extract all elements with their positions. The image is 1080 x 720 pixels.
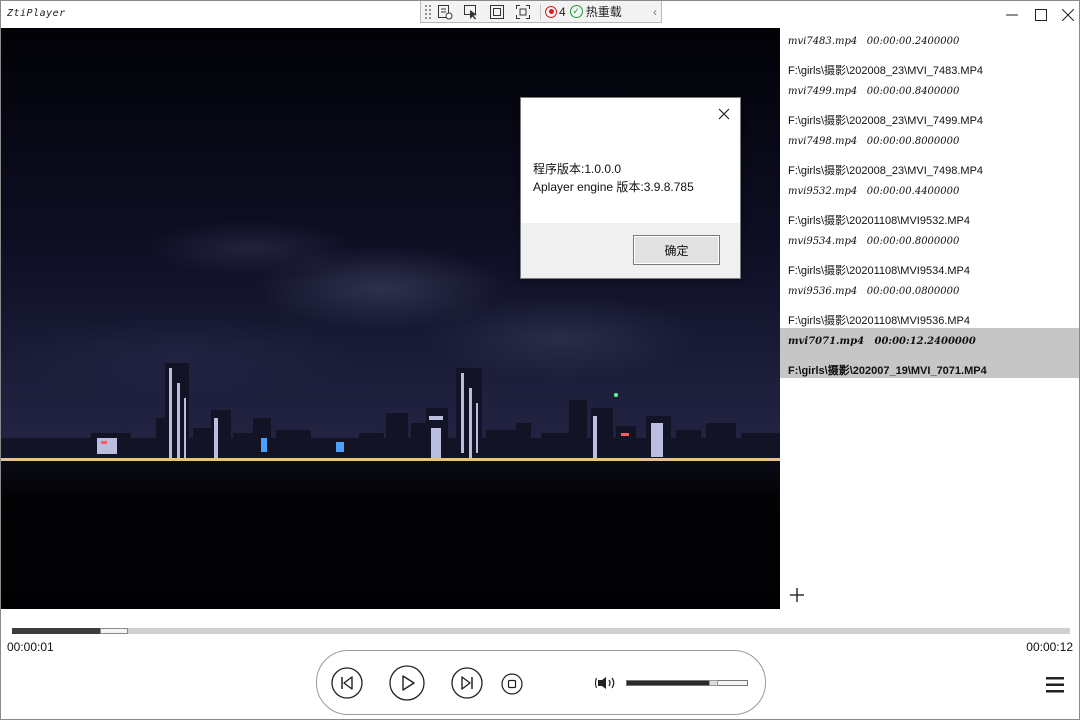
- minimize-button[interactable]: [997, 1, 1027, 28]
- mute-button[interactable]: [595, 673, 619, 693]
- display-layout-adorners-icon: [490, 4, 504, 19]
- record-icon: [545, 5, 557, 18]
- playlist-item-path: F:\girls\摄影\202008_23\MVI_7483.MP4: [788, 65, 984, 77]
- volume-slider-thumb[interactable]: [709, 680, 718, 686]
- playlist-item-title: mvi9536.mp4 00:00:00.0800000: [788, 286, 960, 297]
- toolbar-grip[interactable]: [424, 3, 432, 20]
- menu-button[interactable]: [1044, 675, 1066, 695]
- ok-button[interactable]: 确定: [633, 235, 720, 265]
- playlist-item-path: F:\girls\摄影\20201108\MVI9534.MP4: [788, 265, 970, 277]
- plus-icon: [790, 588, 804, 602]
- playlist-item[interactable]: mvi9532.mp4 00:00:00.4400000 F:\girls\摄影…: [780, 178, 1079, 228]
- playlist-item-title: mvi7483.mp4 00:00:00.2400000: [788, 36, 960, 47]
- playlist-item-path: F:\girls\摄影\202008_23\MVI_7498.MP4: [788, 165, 984, 177]
- collapse-toolbar-icon[interactable]: ‹: [653, 5, 657, 19]
- layout-adorners-button[interactable]: [484, 2, 510, 22]
- previous-icon: [331, 667, 363, 699]
- volume-slider[interactable]: [626, 680, 748, 686]
- stop-button[interactable]: [501, 673, 523, 695]
- playlist-item[interactable]: mvi9534.mp4 00:00:00.8000000 F:\girls\摄影…: [780, 228, 1079, 278]
- add-file-button[interactable]: [788, 586, 806, 604]
- volume-slider-fill: [627, 681, 709, 685]
- track-focus-button[interactable]: [510, 2, 536, 22]
- playlist-item[interactable]: mvi7499.mp4 00:00:00.8400000 F:\girls\摄影…: [780, 78, 1079, 128]
- binding-failures-count: 4: [559, 4, 566, 19]
- playlist-item-selected[interactable]: mvi7071.mp4 00:00:12.2400000 F:\girls\摄影…: [780, 328, 1079, 378]
- select-element-button[interactable]: [458, 2, 484, 22]
- toolbar-separator: [540, 3, 541, 20]
- player-window: ZtiPlayer 4 ✓ 热重载 ‹ mvi7483.mp4 00:00:00…: [0, 0, 1080, 720]
- program-version-text: 程序版本:1.0.0.0: [533, 162, 622, 176]
- next-button[interactable]: [451, 667, 483, 699]
- playlist-item[interactable]: mvi7498.mp4 00:00:00.8000000 F:\girls\摄影…: [780, 128, 1079, 178]
- hot-reload-indicator[interactable]: ✓ 热重载: [569, 3, 622, 20]
- playlist-item-path: F:\girls\摄影\202008_23\MVI_7499.MP4: [788, 115, 984, 127]
- maximize-icon: [1035, 8, 1047, 21]
- select-element-icon: [464, 4, 477, 19]
- playlist-panel: mvi7483.mp4 00:00:00.2400000 F:\girls\摄影…: [780, 28, 1079, 609]
- menu-icon: [1046, 677, 1064, 693]
- playlist-item-title: mvi7071.mp4 00:00:12.2400000: [788, 336, 976, 347]
- volume-icon: [595, 677, 615, 689]
- close-icon: [1062, 8, 1074, 21]
- track-focused-element-icon: [516, 4, 530, 19]
- hot-reload-label: 热重载: [585, 5, 622, 19]
- close-icon: [718, 108, 730, 120]
- playlist-item-path: F:\girls\摄影\20201108\MVI9536.MP4: [788, 315, 970, 327]
- live-visual-tree-button[interactable]: [432, 2, 458, 22]
- playlist-item[interactable]: mvi9536.mp4 00:00:00.0800000 F:\girls\摄影…: [780, 278, 1079, 328]
- xaml-debug-toolbar: 4 ✓ 热重载 ‹: [420, 1, 662, 23]
- maximize-button[interactable]: [1026, 1, 1056, 28]
- dialog-close-button[interactable]: [714, 104, 734, 124]
- playlist-item-title: mvi7499.mp4 00:00:00.8400000: [788, 86, 960, 97]
- binding-failures-indicator[interactable]: 4: [545, 5, 566, 19]
- about-dialog: 程序版本:1.0.0.0 Aplayer engine 版本:3.9.8.785…: [520, 97, 741, 279]
- playlist-item-path: F:\girls\摄影\202007_19\MVI_7071.MP4: [788, 365, 987, 377]
- engine-version-text: Aplayer engine 版本:3.9.8.785: [533, 180, 694, 194]
- video-foreground: [1, 461, 780, 609]
- close-button[interactable]: [1053, 1, 1079, 28]
- app-title: ZtiPlayer: [7, 8, 66, 19]
- live-visual-tree-icon: [438, 4, 453, 19]
- playlist-item-title: mvi9534.mp4 00:00:00.8000000: [788, 236, 960, 247]
- play-icon: [389, 665, 425, 701]
- dialog-footer: 确定: [521, 223, 740, 278]
- minimize-icon: [1006, 14, 1018, 15]
- dialog-message: 程序版本:1.0.0.0 Aplayer engine 版本:3.9.8.785: [533, 160, 694, 196]
- seek-bar-thumb[interactable]: [100, 628, 128, 634]
- next-icon: [451, 667, 483, 699]
- current-time: 00:00:01: [7, 640, 54, 654]
- playlist-item-title: mvi9532.mp4 00:00:00.4400000: [788, 186, 960, 197]
- playlist-item-path: F:\girls\摄影\20201108\MVI9532.MP4: [788, 215, 970, 227]
- previous-button[interactable]: [331, 667, 363, 699]
- total-time: 00:00:12: [1026, 640, 1073, 654]
- checkmark-icon: ✓: [569, 5, 583, 18]
- stop-icon: [501, 673, 523, 695]
- playback-controls: [316, 650, 766, 715]
- playlist-item-title: mvi7498.mp4 00:00:00.8000000: [788, 136, 960, 147]
- playlist-item[interactable]: mvi7483.mp4 00:00:00.2400000 F:\girls\摄影…: [780, 28, 1079, 78]
- seek-bar-played: [12, 628, 100, 634]
- seek-bar[interactable]: [12, 628, 1070, 634]
- play-button[interactable]: [389, 665, 425, 701]
